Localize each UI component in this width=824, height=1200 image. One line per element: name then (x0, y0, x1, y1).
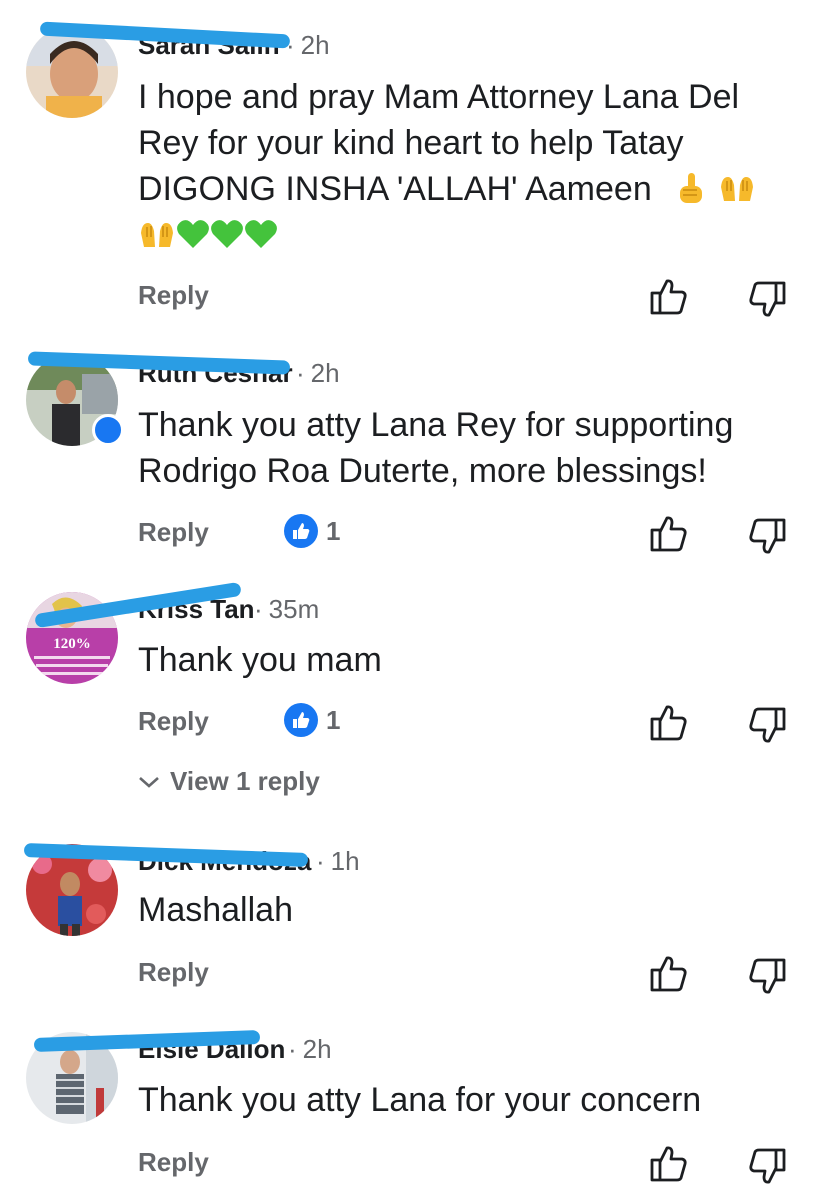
green-heart-emoji (177, 220, 209, 248)
thumb-down-icon[interactable] (748, 517, 788, 557)
comment-time: · 2h (288, 1034, 332, 1064)
comment-text: Thank you atty Lana Rey for supporting R… (138, 406, 734, 490)
reply-button[interactable]: Reply (138, 517, 209, 548)
comment-text: Thank you mam (138, 641, 382, 679)
thumb-down-icon[interactable] (748, 1147, 788, 1187)
thumb-up-icon[interactable] (648, 513, 688, 553)
avatar[interactable] (26, 26, 118, 118)
reaction-summary[interactable]: 1 (284, 514, 340, 548)
thumb-down-icon[interactable] (748, 706, 788, 746)
reply-button[interactable]: Reply (138, 957, 209, 988)
reaction-summary[interactable]: 1 (284, 703, 340, 737)
comment-text: Thank you atty Lana for your concern (138, 1081, 702, 1119)
svg-text:120%: 120% (53, 636, 91, 652)
reply-button[interactable]: Reply (138, 280, 209, 311)
thumb-up-icon[interactable] (648, 1143, 688, 1183)
thumb-up-icon[interactable] (648, 276, 688, 316)
thumb-up-icon[interactable] (648, 702, 688, 742)
comment-time: · 2h (296, 358, 340, 388)
like-badge-icon (284, 703, 318, 737)
comment-time: · 2h (286, 30, 330, 60)
comment-text: Mashallah (138, 891, 293, 929)
thumb-up-icon[interactable] (648, 953, 688, 993)
chevron-down-icon (139, 776, 159, 788)
green-heart-emoji (211, 220, 243, 248)
pointing-up-emoji (679, 173, 702, 203)
view-replies-button[interactable]: View 1 reply (138, 766, 320, 797)
like-badge-icon (284, 514, 318, 548)
comment-time: · 35m (254, 594, 320, 624)
thumb-down-icon[interactable] (748, 957, 788, 997)
comment-time: · 1h (316, 846, 360, 876)
raising-hands-emoji (721, 177, 754, 201)
verified-badge-icon (92, 414, 124, 446)
green-heart-emoji (245, 220, 277, 248)
thumb-down-icon[interactable] (748, 280, 788, 320)
raising-hands-emoji (141, 223, 173, 247)
comment-text: I hope and pray Mam Attorney Lana Del Re… (138, 74, 788, 258)
reply-button[interactable]: Reply (138, 1147, 209, 1178)
reply-button[interactable]: Reply (138, 706, 209, 737)
